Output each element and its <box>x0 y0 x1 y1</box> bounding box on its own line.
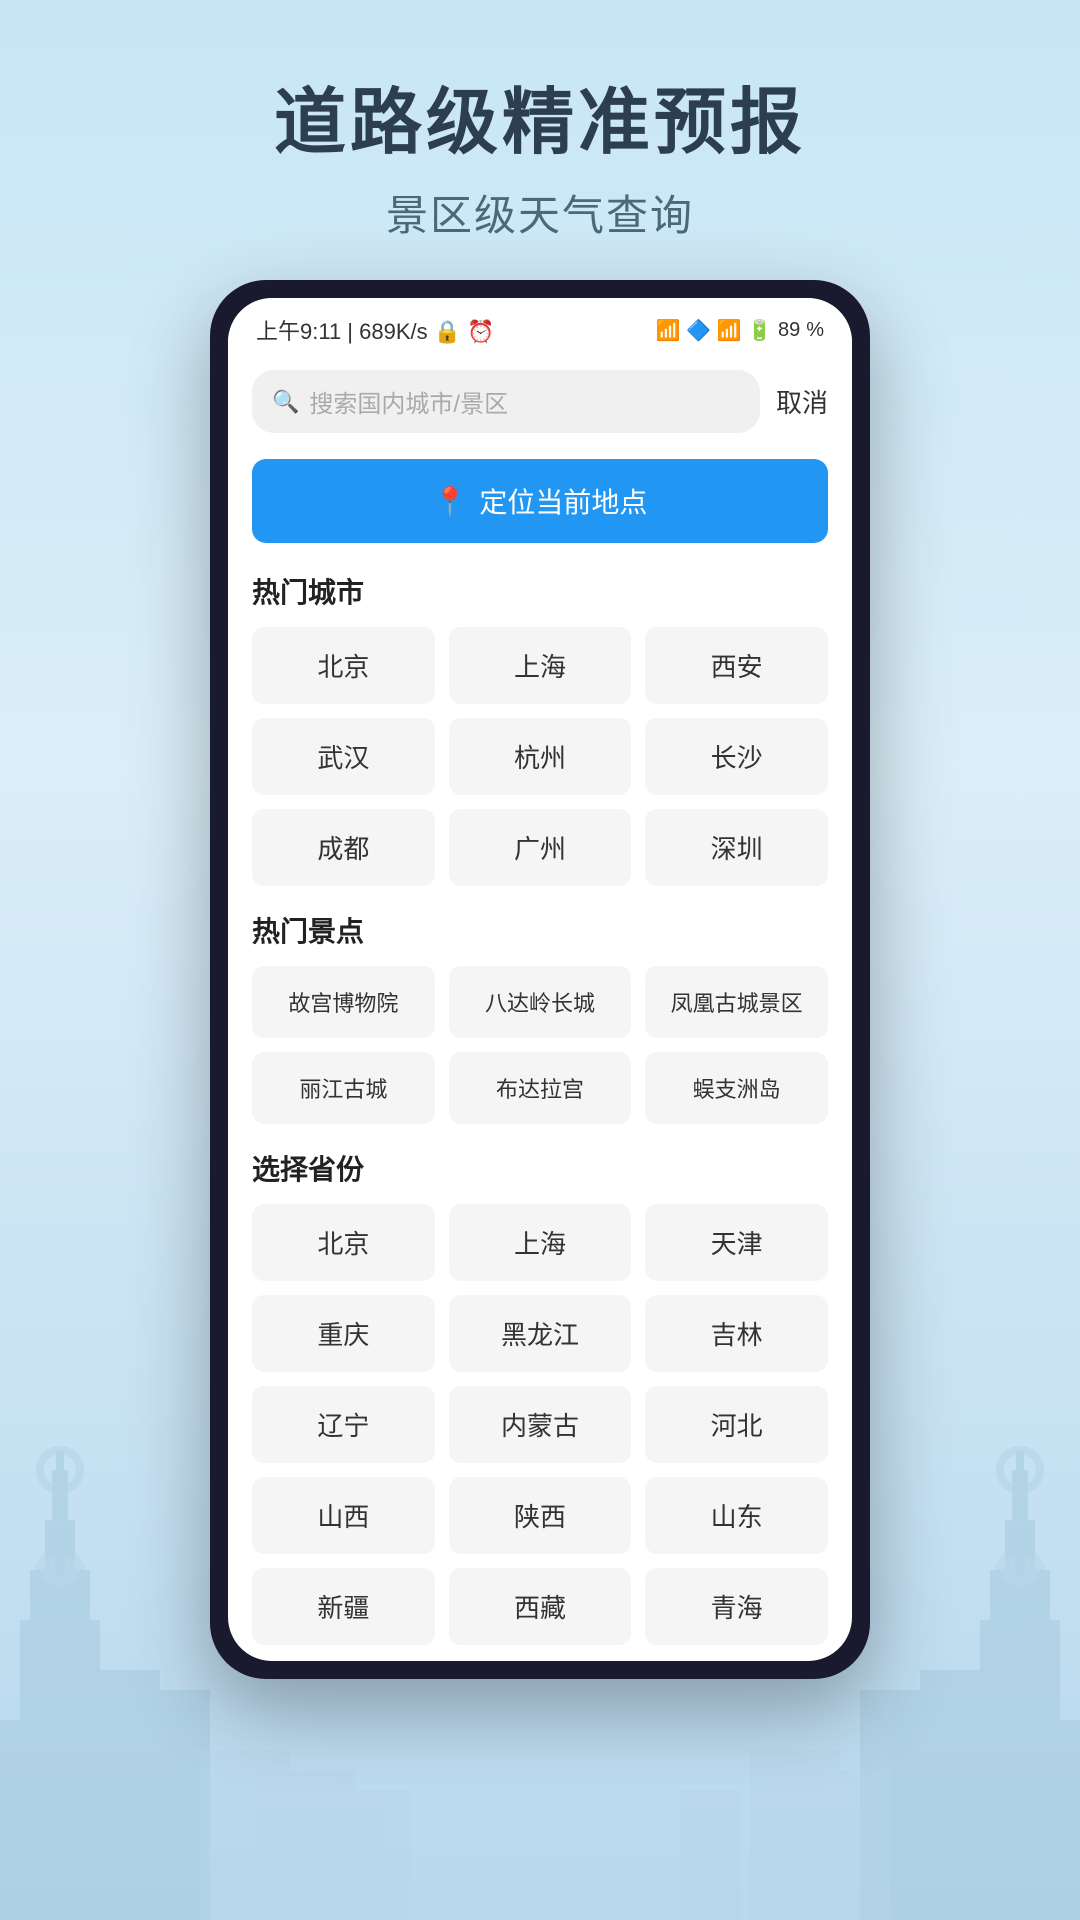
hot-city-chip[interactable]: 深圳 <box>645 809 828 886</box>
hot-city-chip[interactable]: 西安 <box>645 627 828 704</box>
scroll-content: 热门城市 北京上海西安武汉杭州长沙成都广州深圳 热门景点 故宫博物院八达岭长城凤… <box>228 563 852 1661</box>
phone-container: 上午9:11 | 689K/s 🔒 ⏰ 📶 🔷 📶 🔋 89% 🔍 搜索国内城市… <box>210 280 870 1679</box>
status-icons: 📶 🔷 📶 🔋 89% <box>656 318 824 343</box>
province-chip[interactable]: 陕西 <box>449 1477 632 1554</box>
hot-attraction-chip[interactable]: 布达拉宫 <box>449 1052 632 1124</box>
main-title: 道路级精准预报 <box>0 80 1080 166</box>
province-chip[interactable]: 吉林 <box>645 1295 828 1372</box>
province-chip[interactable]: 青海 <box>645 1568 828 1645</box>
province-chip[interactable]: 北京 <box>252 1204 435 1281</box>
hot-attraction-chip[interactable]: 蜈支洲岛 <box>645 1052 828 1124</box>
search-area: 🔍 搜索国内城市/景区 取消 <box>228 356 852 449</box>
search-icon: 🔍 <box>272 389 299 415</box>
province-chip[interactable]: 西藏 <box>449 1568 632 1645</box>
phone-screen: 上午9:11 | 689K/s 🔒 ⏰ 📶 🔷 📶 🔋 89% 🔍 搜索国内城市… <box>228 298 852 1661</box>
header-area: 道路级精准预报 景区级天气查询 <box>0 0 1080 283</box>
status-time: 上午9:11 | 689K/s 🔒 ⏰ <box>256 314 495 346</box>
hot-city-chip[interactable]: 广州 <box>449 809 632 886</box>
locate-button[interactable]: 📍 定位当前地点 <box>252 459 828 543</box>
hot-attraction-chip[interactable]: 八达岭长城 <box>449 966 632 1038</box>
hot-city-chip[interactable]: 北京 <box>252 627 435 704</box>
hot-attraction-chip[interactable]: 故宫博物院 <box>252 966 435 1038</box>
province-chip[interactable]: 重庆 <box>252 1295 435 1372</box>
hot-attraction-chip[interactable]: 丽江古城 <box>252 1052 435 1124</box>
search-placeholder: 搜索国内城市/景区 <box>309 384 508 419</box>
province-chip[interactable]: 新疆 <box>252 1568 435 1645</box>
hot-city-chip[interactable]: 上海 <box>449 627 632 704</box>
hot-attraction-chip[interactable]: 凤凰古城景区 <box>645 966 828 1038</box>
status-bar: 上午9:11 | 689K/s 🔒 ⏰ 📶 🔷 📶 🔋 89% <box>228 298 852 356</box>
hot-city-chip[interactable]: 杭州 <box>449 718 632 795</box>
province-chip[interactable]: 黑龙江 <box>449 1295 632 1372</box>
cancel-button[interactable]: 取消 <box>776 383 828 420</box>
hot-attractions-title: 热门景点 <box>252 910 828 950</box>
hot-attractions-grid: 故宫博物院八达岭长城凤凰古城景区丽江古城布达拉宫蜈支洲岛 <box>252 966 828 1124</box>
province-chip[interactable]: 天津 <box>645 1204 828 1281</box>
province-chip[interactable]: 河北 <box>645 1386 828 1463</box>
province-chip[interactable]: 内蒙古 <box>449 1386 632 1463</box>
hot-city-chip[interactable]: 武汉 <box>252 718 435 795</box>
phone-frame: 上午9:11 | 689K/s 🔒 ⏰ 📶 🔷 📶 🔋 89% 🔍 搜索国内城市… <box>210 280 870 1679</box>
province-chip[interactable]: 山东 <box>645 1477 828 1554</box>
province-chip[interactable]: 山西 <box>252 1477 435 1554</box>
locate-label: 定位当前地点 <box>479 481 647 521</box>
search-box[interactable]: 🔍 搜索国内城市/景区 <box>252 370 760 433</box>
pin-icon: 📍 <box>433 485 468 518</box>
hot-cities-title: 热门城市 <box>252 571 828 611</box>
province-chip[interactable]: 辽宁 <box>252 1386 435 1463</box>
provinces-grid: 北京上海天津重庆黑龙江吉林辽宁内蒙古河北山西陕西山东新疆西藏青海 <box>252 1204 828 1645</box>
sub-title: 景区级天气查询 <box>0 182 1080 243</box>
hot-city-chip[interactable]: 长沙 <box>645 718 828 795</box>
province-chip[interactable]: 上海 <box>449 1204 632 1281</box>
hot-city-chip[interactable]: 成都 <box>252 809 435 886</box>
provinces-title: 选择省份 <box>252 1148 828 1188</box>
hot-cities-grid: 北京上海西安武汉杭州长沙成都广州深圳 <box>252 627 828 886</box>
